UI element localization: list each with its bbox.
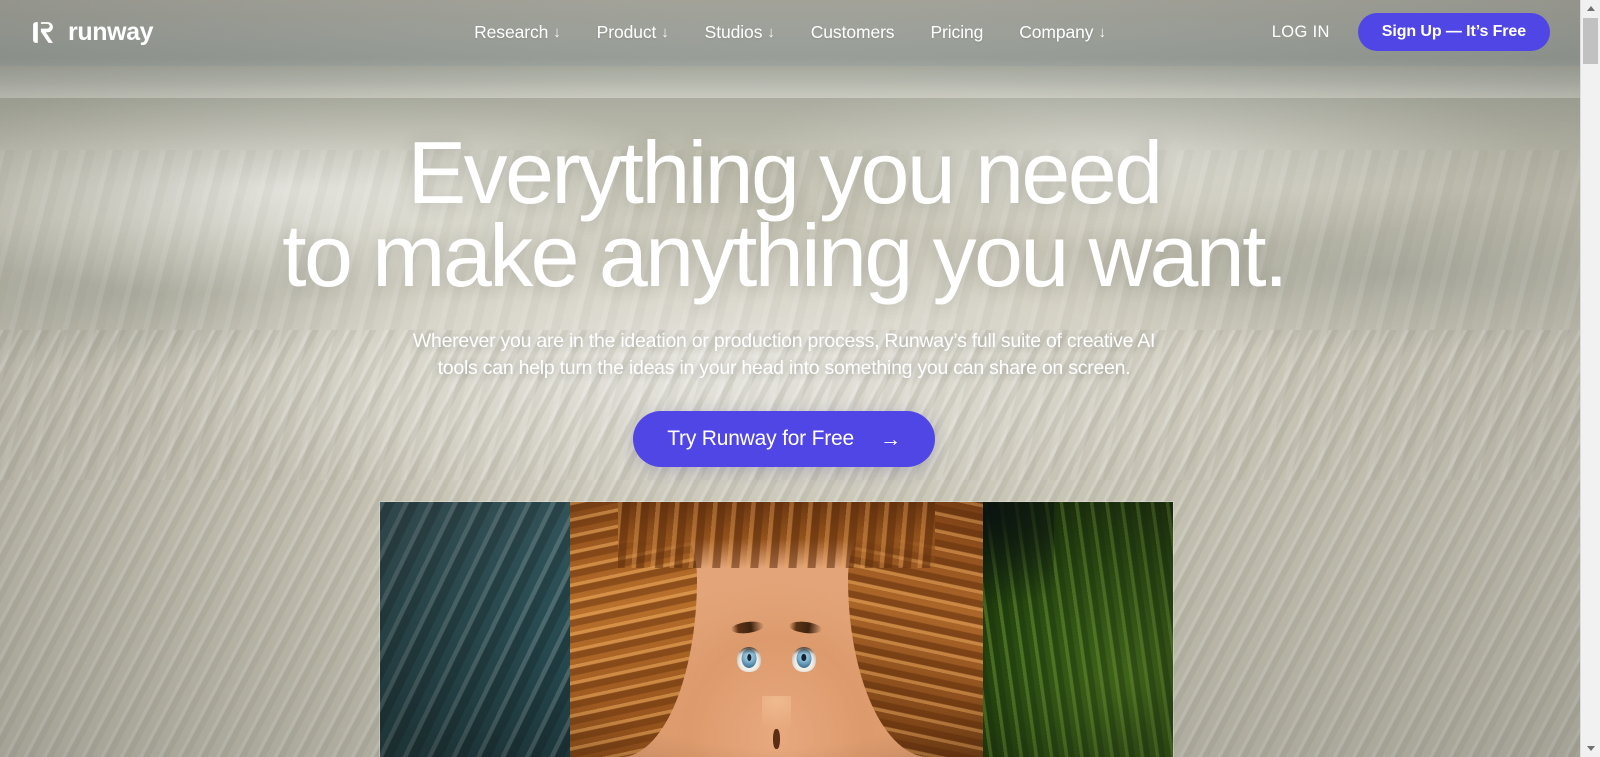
signup-button[interactable]: Sign Up — It’s Free (1357, 13, 1550, 51)
nav-item-customers[interactable]: Customers (811, 22, 895, 43)
cta-label: Try Runway for Free (667, 427, 854, 451)
browser-viewport: runway Research ↓ Product ↓ Studios ↓ Cu… (0, 0, 1580, 757)
photo-vignette (380, 502, 1173, 757)
showcase-media[interactable] (380, 502, 1173, 757)
scroll-up-arrow-icon[interactable] (1581, 0, 1600, 17)
chevron-down-icon: ↓ (661, 23, 669, 41)
nav-item-studios-label: Studios (704, 21, 763, 42)
nav-item-research-label: Research (474, 21, 549, 42)
chevron-down-icon: ↓ (1098, 23, 1106, 41)
vertical-scrollbar[interactable] (1580, 0, 1600, 757)
top-navigation-bar: runway Research ↓ Product ↓ Studios ↓ Cu… (0, 0, 1580, 64)
runway-logo-icon (30, 19, 57, 46)
headline-line-2: to make anything you want. (282, 205, 1288, 305)
login-link[interactable]: LOG IN (1272, 23, 1330, 42)
nav-item-company[interactable]: Company ↓ (1019, 22, 1106, 43)
nav-item-product[interactable]: Product ↓ (597, 22, 669, 43)
try-runway-for-free-button[interactable]: Try Runway for Free → (633, 411, 935, 468)
subheading-line-2: can help turn the ideas in your head int… (482, 356, 1131, 379)
nav-item-company-label: Company (1019, 21, 1094, 42)
scroll-down-arrow-icon[interactable] (1581, 740, 1600, 757)
arrow-right-icon: → (880, 427, 901, 451)
nav-item-customers-label: Customers (810, 21, 895, 42)
page-title: Everything you need to make anything you… (282, 129, 1288, 305)
showcase-photo (380, 502, 1173, 757)
nav-item-studios[interactable]: Studios ↓ (705, 22, 775, 43)
scrollbar-thumb[interactable] (1583, 18, 1598, 64)
brand-logo[interactable]: runway (30, 17, 154, 46)
nav-item-product-label: Product (596, 21, 657, 42)
chevron-down-icon: ↓ (767, 23, 775, 41)
hero-subheading: Wherever you are in the ideation or prod… (404, 328, 1164, 381)
nav-item-pricing[interactable]: Pricing (930, 22, 983, 43)
nav-actions-group: LOG IN Sign Up — It’s Free (1272, 13, 1550, 51)
chevron-down-icon: ↓ (553, 23, 561, 41)
brand-name: runway (68, 17, 154, 46)
nav-item-research[interactable]: Research ↓ (474, 22, 561, 43)
nav-item-pricing-label: Pricing (930, 21, 984, 42)
